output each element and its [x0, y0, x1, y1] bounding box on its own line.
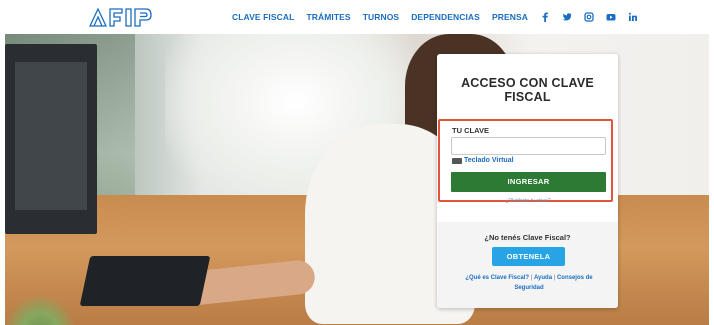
nav-dependencias[interactable]: DEPENDENCIAS	[411, 12, 480, 22]
password-label: TU CLAVE	[452, 126, 489, 135]
password-field[interactable]	[451, 137, 606, 155]
nav-turnos[interactable]: TURNOS	[363, 12, 400, 22]
hero-monitor-screen	[15, 62, 87, 210]
obtenela-button[interactable]: OBTENELA	[492, 247, 565, 266]
keyboard-icon	[452, 157, 462, 164]
facebook-icon[interactable]	[540, 12, 550, 22]
forgot-password-link[interactable]: ¿Olvidaste tu clave?	[440, 198, 616, 204]
nav-tramites[interactable]: TRÁMITES	[306, 12, 350, 22]
main-nav: CLAVE FISCAL TRÁMITES TURNOS DEPENDENCIA…	[232, 12, 650, 22]
youtube-icon[interactable]	[606, 12, 616, 22]
nav-clave-fiscal[interactable]: CLAVE FISCAL	[232, 12, 294, 22]
ingresar-button[interactable]: INGRESAR	[451, 172, 606, 192]
nav-prensa[interactable]: PRENSA	[492, 12, 528, 22]
virtual-keyboard-link[interactable]: Teclado Virtual	[452, 157, 514, 164]
instagram-icon[interactable]	[584, 12, 594, 22]
link-que-es-clave-fiscal[interactable]: ¿Qué es Clave Fiscal?	[465, 275, 529, 281]
site-header: CLAVE FISCAL TRÁMITES TURNOS DEPENDENCIA…	[0, 0, 714, 34]
hero-plant	[5, 296, 75, 325]
twitter-icon[interactable]	[562, 12, 572, 22]
afip-logo[interactable]	[88, 6, 164, 28]
linkedin-icon[interactable]	[628, 12, 638, 22]
social-links	[540, 12, 650, 22]
hero-keyboard	[79, 256, 211, 306]
login-title-line2: FISCAL	[504, 90, 551, 104]
login-title: ACCESO CON CLAVE FISCAL	[437, 76, 618, 104]
hero-monitor	[5, 44, 97, 234]
login-title-line1: ACCESO CON CLAVE	[461, 76, 594, 90]
virtual-keyboard-label: Teclado Virtual	[464, 157, 514, 164]
link-ayuda[interactable]: Ayuda	[534, 275, 552, 281]
no-clave-heading: ¿No tenés Clave Fiscal?	[484, 233, 571, 242]
help-links: ¿Qué es Clave Fiscal? | Ayuda | Consejos…	[452, 273, 606, 293]
